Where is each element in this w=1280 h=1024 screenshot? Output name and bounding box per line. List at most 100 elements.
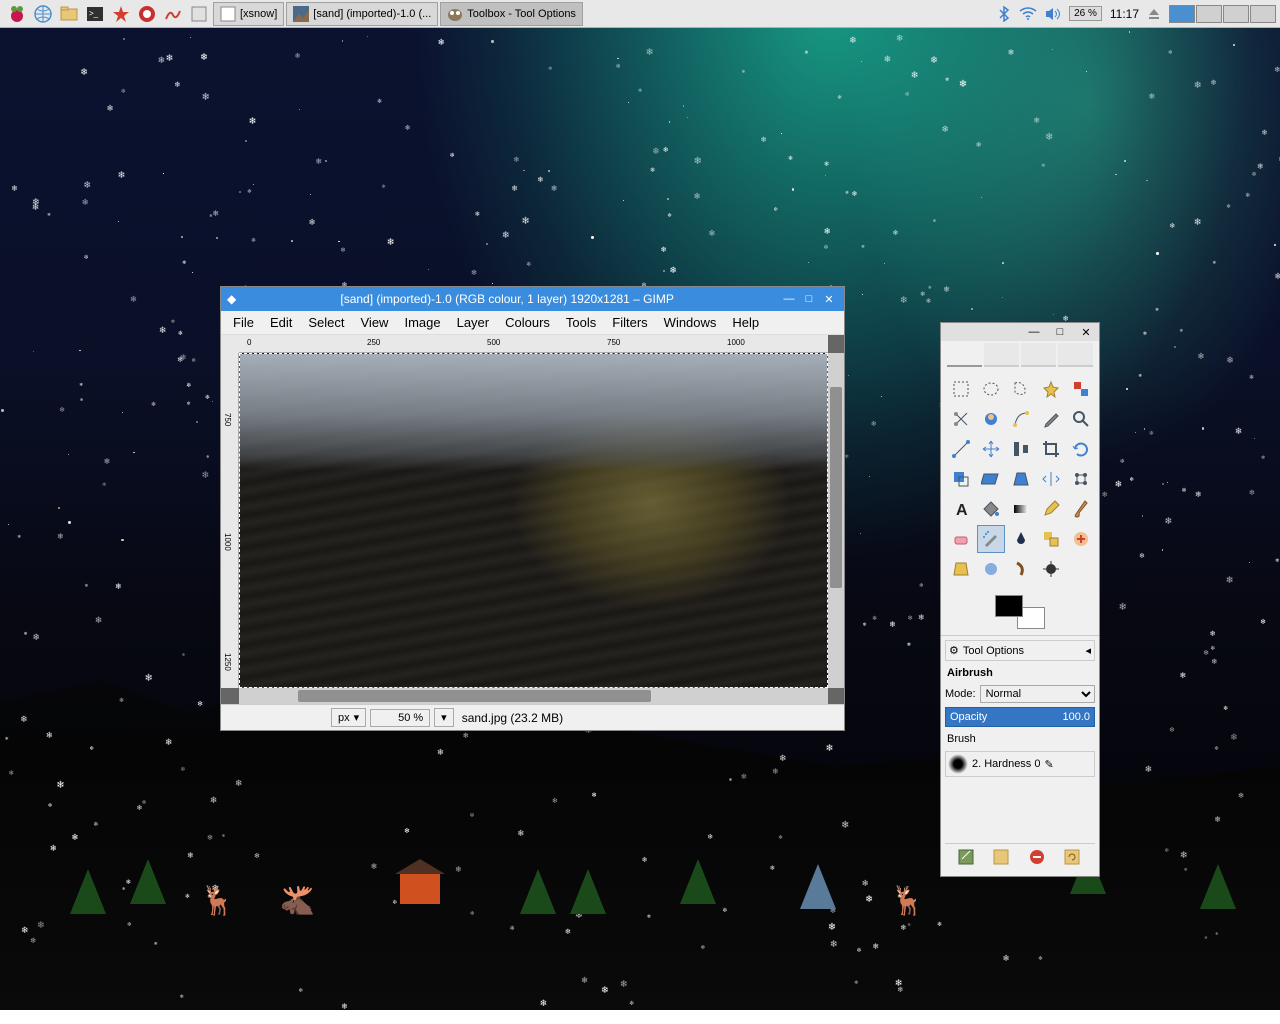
tool-color-select[interactable] <box>1067 375 1095 403</box>
tool-airbrush[interactable] <box>977 525 1005 553</box>
tool-clone[interactable] <box>1037 525 1065 553</box>
tool-move[interactable] <box>977 435 1005 463</box>
menu-icon[interactable]: ◂ <box>1085 644 1091 657</box>
raspberry-menu-icon[interactable] <box>6 3 28 25</box>
app-icon[interactable] <box>162 3 184 25</box>
taskbar-task-gimp-image[interactable]: [sand] (imported)-1.0 (... <box>286 2 438 26</box>
tool-color-picker[interactable] <box>1037 405 1065 433</box>
ruler-vertical[interactable]: 75010001250 <box>221 353 239 688</box>
tool-dodge[interactable] <box>1037 555 1065 583</box>
foreground-color[interactable] <box>995 595 1023 617</box>
scrollbar-vertical[interactable] <box>828 353 844 688</box>
tab-other[interactable] <box>1021 343 1056 367</box>
tool-perspective[interactable] <box>1007 465 1035 493</box>
ruler-corner[interactable] <box>221 335 239 353</box>
workspace-3[interactable] <box>1223 5 1249 23</box>
tab-other[interactable] <box>984 343 1019 367</box>
workspace-1[interactable] <box>1169 5 1195 23</box>
color-swatch[interactable] <box>995 595 1045 629</box>
canvas-viewport[interactable] <box>239 353 828 688</box>
tool-flip[interactable] <box>1037 465 1065 493</box>
tool-measure[interactable] <box>947 435 975 463</box>
tool-free-select[interactable] <box>1007 375 1035 403</box>
maximize-button[interactable]: □ <box>1051 324 1069 340</box>
zoom-dropdown[interactable]: ▾ <box>434 708 454 727</box>
brush-selector[interactable]: 2. Hardness 0 ✎ <box>945 751 1095 777</box>
tool-fuzzy-select[interactable] <box>1037 375 1065 403</box>
canvas-image[interactable] <box>240 354 827 687</box>
workspace-4[interactable] <box>1250 5 1276 23</box>
toolbox-titlebar[interactable]: — □ ✕ <box>941 323 1099 341</box>
tool-options-header[interactable]: ⚙ Tool Options ◂ <box>945 640 1095 661</box>
menu-file[interactable]: File <box>225 312 262 333</box>
taskbar-task-xsnow[interactable]: [xsnow] <box>213 2 284 26</box>
tool-cage[interactable] <box>1067 465 1095 493</box>
volume-icon[interactable] <box>1045 7 1061 21</box>
maximize-button[interactable]: □ <box>800 291 818 307</box>
tool-smudge[interactable] <box>1007 555 1035 583</box>
save-preset-icon[interactable] <box>957 848 977 868</box>
minimize-button[interactable]: — <box>1025 324 1043 340</box>
file-manager-icon[interactable] <box>58 3 80 25</box>
edit-icon[interactable]: ✎ <box>1044 758 1053 771</box>
tool-ellipse-select[interactable] <box>977 375 1005 403</box>
restore-preset-icon[interactable] <box>992 848 1012 868</box>
app-icon[interactable] <box>188 3 210 25</box>
bluetooth-icon[interactable] <box>997 6 1011 22</box>
delete-preset-icon[interactable] <box>1028 848 1048 868</box>
battery-indicator[interactable]: 26 % <box>1069 6 1102 21</box>
terminal-icon[interactable]: >_ <box>84 3 106 25</box>
tab-other[interactable] <box>1058 343 1093 367</box>
tab-toolbox[interactable] <box>947 343 982 367</box>
menu-help[interactable]: Help <box>724 312 767 333</box>
menu-colours[interactable]: Colours <box>497 312 558 333</box>
tool-foreground-select[interactable] <box>977 405 1005 433</box>
menu-edit[interactable]: Edit <box>262 312 300 333</box>
scroll-thumb[interactable] <box>830 387 842 588</box>
web-browser-icon[interactable] <box>32 3 54 25</box>
menu-layer[interactable]: Layer <box>449 312 498 333</box>
tool-paths[interactable] <box>1007 405 1035 433</box>
tool-rotate[interactable] <box>1067 435 1095 463</box>
eject-icon[interactable] <box>1147 7 1161 21</box>
app-icon[interactable] <box>136 3 158 25</box>
menu-image[interactable]: Image <box>396 312 448 333</box>
tool-ink[interactable] <box>1007 525 1035 553</box>
tool-blend[interactable] <box>1007 495 1035 523</box>
mode-select[interactable]: Normal <box>980 685 1095 703</box>
reset-preset-icon[interactable] <box>1063 848 1083 868</box>
menu-select[interactable]: Select <box>300 312 352 333</box>
taskbar-task-gimp-toolbox[interactable]: Toolbox - Tool Options <box>440 2 583 26</box>
tool-eraser[interactable] <box>947 525 975 553</box>
wifi-icon[interactable] <box>1019 7 1037 21</box>
scrollbar-horizontal[interactable] <box>239 688 828 704</box>
opacity-slider[interactable]: Opacity 100.0 <box>945 707 1095 727</box>
ruler-horizontal[interactable]: 02505007501000 <box>239 335 828 353</box>
tool-align[interactable] <box>1007 435 1035 463</box>
tool-text[interactable]: A <box>947 495 975 523</box>
minimize-button[interactable]: — <box>780 291 798 307</box>
tool-scale[interactable] <box>947 465 975 493</box>
tool-blur[interactable] <box>977 555 1005 583</box>
tool-crop[interactable] <box>1037 435 1065 463</box>
workspace-2[interactable] <box>1196 5 1222 23</box>
tool-zoom[interactable] <box>1067 405 1095 433</box>
app-icon[interactable] <box>110 3 132 25</box>
close-button[interactable]: ✕ <box>1077 324 1095 340</box>
unit-selector[interactable]: px▾ <box>331 708 366 727</box>
menu-view[interactable]: View <box>353 312 397 333</box>
close-button[interactable]: ✕ <box>820 291 838 307</box>
tool-heal[interactable] <box>1067 525 1095 553</box>
tool-bucket[interactable] <box>977 495 1005 523</box>
clock[interactable]: 11:17 <box>1110 7 1139 21</box>
tool-scissors[interactable] <box>947 405 975 433</box>
menu-tools[interactable]: Tools <box>558 312 604 333</box>
titlebar[interactable]: ◆ [sand] (imported)-1.0 (RGB colour, 1 l… <box>221 287 844 311</box>
menu-windows[interactable]: Windows <box>656 312 725 333</box>
menu-filters[interactable]: Filters <box>604 312 655 333</box>
scroll-thumb[interactable] <box>298 690 651 702</box>
tool-pencil[interactable] <box>1037 495 1065 523</box>
tool-paintbrush[interactable] <box>1067 495 1095 523</box>
tool-shear[interactable] <box>977 465 1005 493</box>
tool-perspective-clone[interactable] <box>947 555 975 583</box>
